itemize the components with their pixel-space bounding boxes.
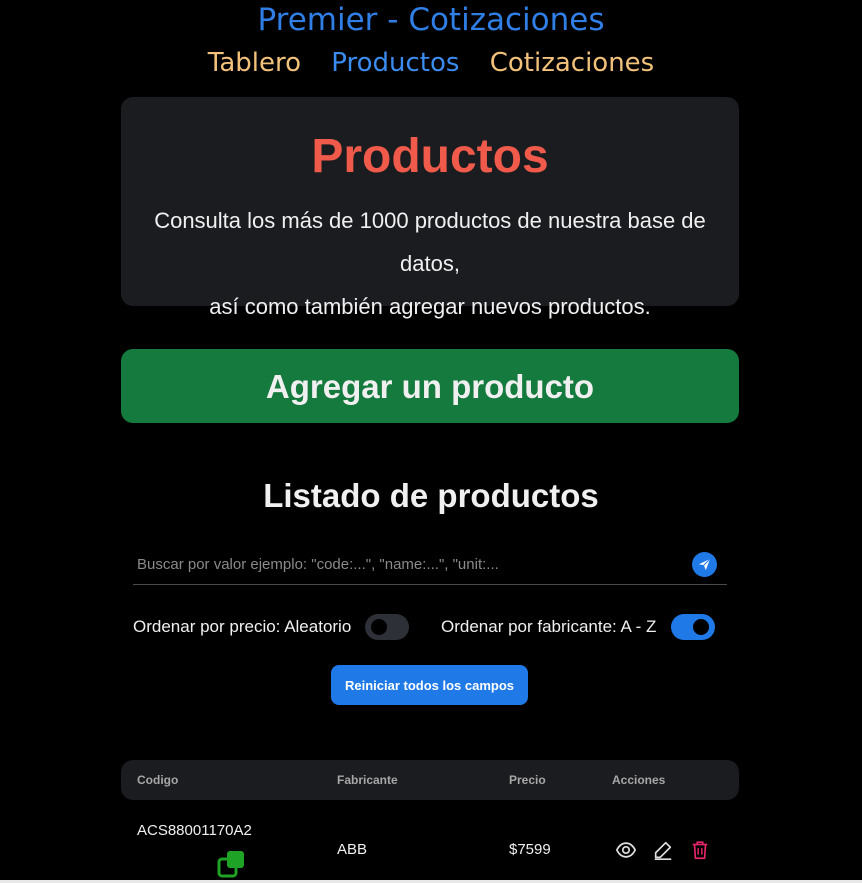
page: Premier - Cotizaciones Tablero Productos… [0, 0, 862, 883]
edit-icon[interactable] [652, 839, 674, 861]
nav-link-tablero[interactable]: Tablero [208, 44, 301, 82]
nav-link-cotizaciones[interactable]: Cotizaciones [490, 44, 655, 82]
delete-icon[interactable] [689, 839, 711, 861]
main-nav: Tablero Productos Cotizaciones [0, 44, 862, 82]
cell-price: $7599 [509, 841, 551, 858]
hero-title: Productos [311, 130, 549, 183]
toggle-knob [693, 619, 710, 635]
toggle-knob [371, 619, 388, 635]
nav-link-productos[interactable]: Productos [331, 44, 459, 82]
sort-manufacturer-row: Ordenar por fabricante: A - Z [441, 612, 716, 642]
sort-manufacturer-label: Ordenar por fabricante: A - Z [441, 617, 657, 636]
header-precio: Precio [509, 773, 546, 787]
site-title: Premier - Cotizaciones [257, 2, 605, 38]
copy-icon[interactable] [217, 850, 247, 880]
search-input[interactable] [135, 550, 679, 578]
header-codigo: Codigo [137, 773, 179, 787]
list-title: Listado de productos [263, 477, 599, 514]
hero-card: Productos Consulta los más de 1000 produ… [121, 97, 739, 319]
hero-description: Consulta los más de 1000 productos de nu… [121, 199, 739, 328]
add-product-button[interactable]: Agregar un producto [121, 349, 739, 423]
search-bar [133, 544, 727, 585]
header-fabricante: Fabricante [337, 773, 398, 787]
sort-manufacturer-toggle[interactable] [671, 614, 716, 640]
sort-price-label: Ordenar por precio: Aleatorio [133, 617, 352, 636]
header-acciones: Acciones [612, 773, 666, 787]
reset-fields-button[interactable]: Reiniciar todos los campos [331, 665, 528, 705]
table-header: Codigo Fabricante Precio Acciones [121, 760, 739, 800]
hero-description-line2: así como también agregar nuevos producto… [209, 294, 651, 319]
send-icon[interactable] [692, 552, 717, 577]
sort-price-row: Ordenar por precio: Aleatorio [133, 612, 410, 642]
sort-price-toggle[interactable] [365, 614, 410, 640]
hero-description-line1: Consulta los más de 1000 productos de nu… [154, 208, 706, 276]
table-row: ACS88001170A2 ABB $7599 [121, 800, 739, 883]
cell-code: ACS88001170A2 [137, 822, 252, 839]
view-icon[interactable] [615, 839, 637, 861]
cell-manufacturer: ABB [337, 841, 368, 858]
